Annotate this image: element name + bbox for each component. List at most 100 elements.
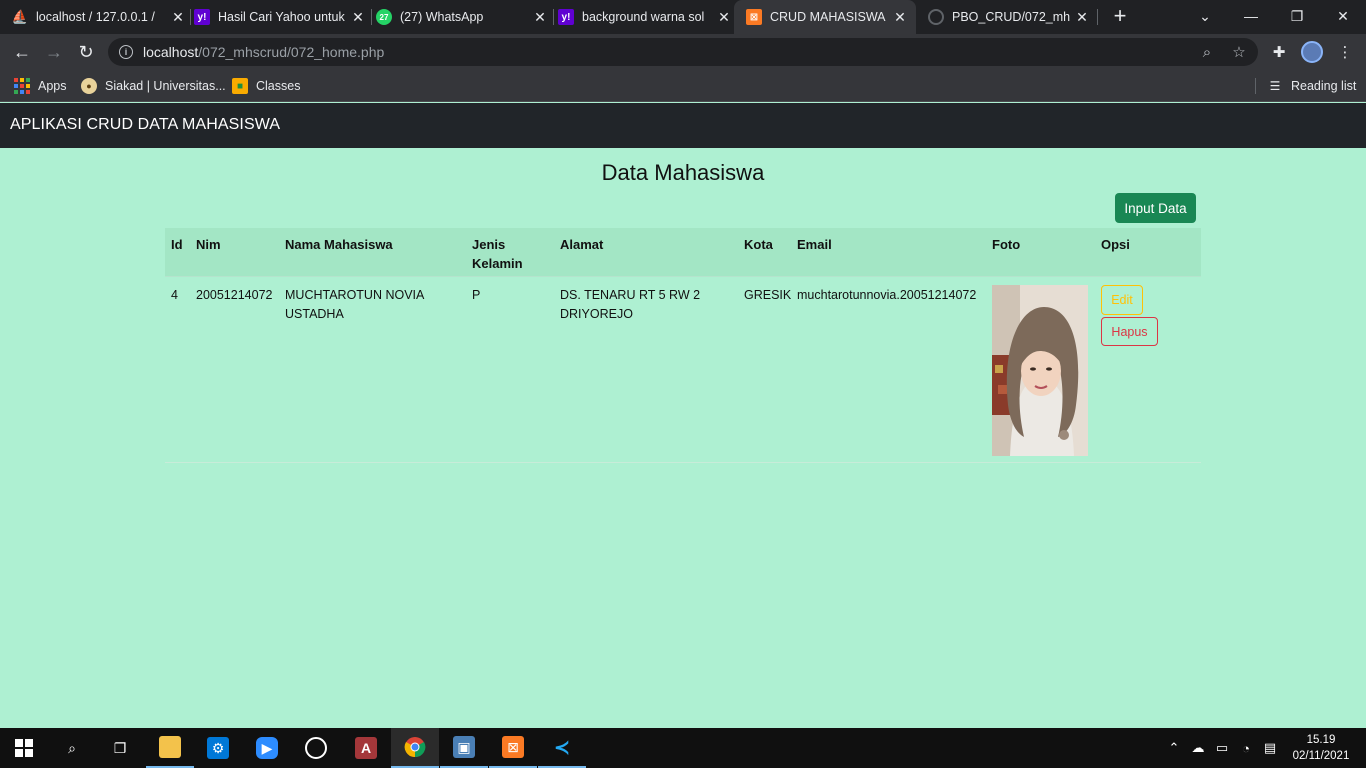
back-button[interactable]: ← [10,40,34,64]
menu-kebab-icon[interactable]: ⋮ [1334,41,1356,63]
wifi-icon[interactable]: ◔ [1236,738,1256,758]
xampp-icon: ⊠ [502,736,524,758]
tab-separator [553,9,554,25]
taskbar-vscode[interactable]: ≺ [538,728,586,768]
tab-search-button[interactable]: ⌄ [1182,0,1228,32]
start-button[interactable] [0,728,48,768]
task-view-icon: ❐ [113,739,127,756]
column-header-foto: Foto [992,237,1021,252]
taskbar-xampp[interactable]: ⊠ [489,728,537,768]
whatsapp-icon: 27 [376,9,392,25]
onedrive-cloud-icon[interactable]: ☁ [1188,738,1208,758]
bookmark-star-icon[interactable]: ☆ [1230,43,1248,61]
windows-taskbar: ⌕ ❐ ⚙ ▶ A ▣ ⊠ ≺ ⌃ ☁ ▭ ◔ ▤ 15.19 02/11/20… [0,728,1366,768]
tab-phpmyadmin[interactable]: ⛵ localhost / 127.0.0.1 / ✕ [12,0,186,34]
cell-alamat: DS. TENARU RT 5 RW 2 DRIYOREJO [560,288,701,321]
tab-separator [1097,9,1098,25]
xampp-icon: ⊠ [746,9,762,25]
taskbar-zoom[interactable]: ▶ [243,728,291,768]
tab-yahoo-search[interactable]: y! Hasil Cari Yahoo untuk ✕ [194,0,366,34]
taskbar-clock[interactable]: 15.19 02/11/2021 [1288,732,1354,764]
cell-kota: GRESIK [744,288,792,302]
taskbar-settings[interactable]: ⚙ [194,728,242,768]
column-header-opsi: Opsi [1101,237,1130,252]
maximize-button[interactable]: ❐ [1274,0,1320,32]
tab-title: background warna sol [582,10,705,24]
taskbar-chrome[interactable] [391,728,439,768]
reading-list-label: Reading list [1291,79,1357,93]
close-icon[interactable]: ✕ [1074,9,1090,25]
student-photo-image [992,285,1088,456]
close-window-button[interactable]: ✕ [1320,0,1366,32]
clock-time: 15.19 [1306,734,1336,746]
taskbar-access[interactable]: A [342,728,390,768]
profile-avatar[interactable] [1301,41,1323,63]
yahoo-icon: y! [558,9,574,25]
student-photo [992,285,1088,456]
column-header-email: Email [797,237,832,252]
tab-github[interactable]: PBO_CRUD/072_mhsc ✕ [928,0,1090,34]
table-header: Id Nim Nama Mahasiswa Jenis Kelamin Alama… [165,228,1201,277]
address-bar[interactable]: i localhost/072_mhscrud/072_home.php ⌕ ☆ [108,38,1258,66]
column-header-alamat: Alamat [560,237,604,252]
edit-button[interactable]: Edit [1101,285,1143,315]
tab-title: (27) WhatsApp [400,10,484,24]
column-header-jenis-kelamin: Jenis Kelamin [472,237,523,271]
tab-whatsapp[interactable]: 27 (27) WhatsApp ✕ [376,0,548,34]
apps-grid-icon [14,78,30,94]
column-header-id: Id [171,237,183,252]
close-icon[interactable]: ✕ [892,9,908,25]
close-icon[interactable]: ✕ [716,9,732,25]
taskbar-file-explorer[interactable] [146,728,194,768]
minimize-button[interactable]: — [1228,0,1274,32]
bookmark-label: Apps [38,79,67,93]
forward-button[interactable]: → [42,40,66,64]
url-text[interactable]: localhost/072_mhscrud/072_home.php [143,44,384,60]
reading-list-icon: ☰ [1269,79,1281,93]
tab-title: localhost / 127.0.0.1 / [36,10,155,24]
tab-separator [190,9,191,25]
tab-title: CRUD MAHASISWA [770,10,886,24]
bookmark-classes[interactable]: ■ Classes [232,76,300,96]
browser-tab-strip: ⛵ localhost / 127.0.0.1 / ✕ y! Hasil Car… [0,0,1366,34]
access-icon: A [355,737,377,759]
settings-icon: ⚙ [207,737,229,759]
battery-icon[interactable]: ▭ [1212,738,1232,758]
vscode-icon: ≺ [553,736,571,759]
delete-button[interactable]: Hapus [1101,317,1158,346]
column-header-nama: Nama Mahasiswa [285,237,393,252]
classroom-icon: ■ [232,78,248,94]
new-tab-button[interactable]: + [1108,5,1132,29]
university-logo-icon: ● [81,78,97,94]
tab-separator [371,9,372,25]
navbar-brand[interactable]: APLIKASI CRUD DATA MAHASISWA [10,116,280,134]
reading-list-button[interactable]: ☰ Reading list [1267,76,1357,96]
extensions-puzzle-icon[interactable]: ✚ [1268,41,1290,63]
bookmark-label: Siakad | Universitas... [105,79,226,93]
taskbar-search-button[interactable]: ⌕ [48,728,96,768]
tab-title: PBO_CRUD/072_mhsc [952,10,1070,24]
tab-yahoo-background[interactable]: y! background warna sol ✕ [558,0,732,34]
notification-icon[interactable]: ▤ [1260,738,1280,758]
cell-email: muchtarotunnovia.20051214072 [797,288,977,302]
reload-button[interactable]: ↻ [74,40,98,64]
bookmark-siakad[interactable]: ● Siakad | Universitas... [81,76,226,96]
tab-crud-mahasiswa[interactable]: ⊠ CRUD MAHASISWA ✕ [734,0,916,34]
taskbar-network-app[interactable]: ▣ [440,728,488,768]
input-data-button[interactable]: Input Data [1115,193,1196,223]
bookmark-apps[interactable]: Apps [14,76,67,96]
table-row: 4 20051214072 MUCHTAROTUN NOVIA USTADHA P… [165,277,1201,463]
info-icon[interactable]: i [119,45,133,59]
taskbar-cortana[interactable] [292,728,340,768]
task-view-button[interactable]: ❐ [96,728,144,768]
close-icon[interactable]: ✕ [532,9,548,25]
zoom-icon: ▶ [256,737,278,759]
cell-nim: 20051214072 [196,288,273,302]
close-icon[interactable]: ✕ [170,9,186,25]
github-icon [928,9,944,25]
zoom-icon[interactable]: ⌕ [1198,43,1216,61]
close-icon[interactable]: ✕ [350,9,366,25]
column-header-kota: Kota [744,237,773,252]
tray-overflow-chevron-icon[interactable]: ⌃ [1164,738,1184,758]
cell-jenis-kelamin: P [472,288,481,302]
